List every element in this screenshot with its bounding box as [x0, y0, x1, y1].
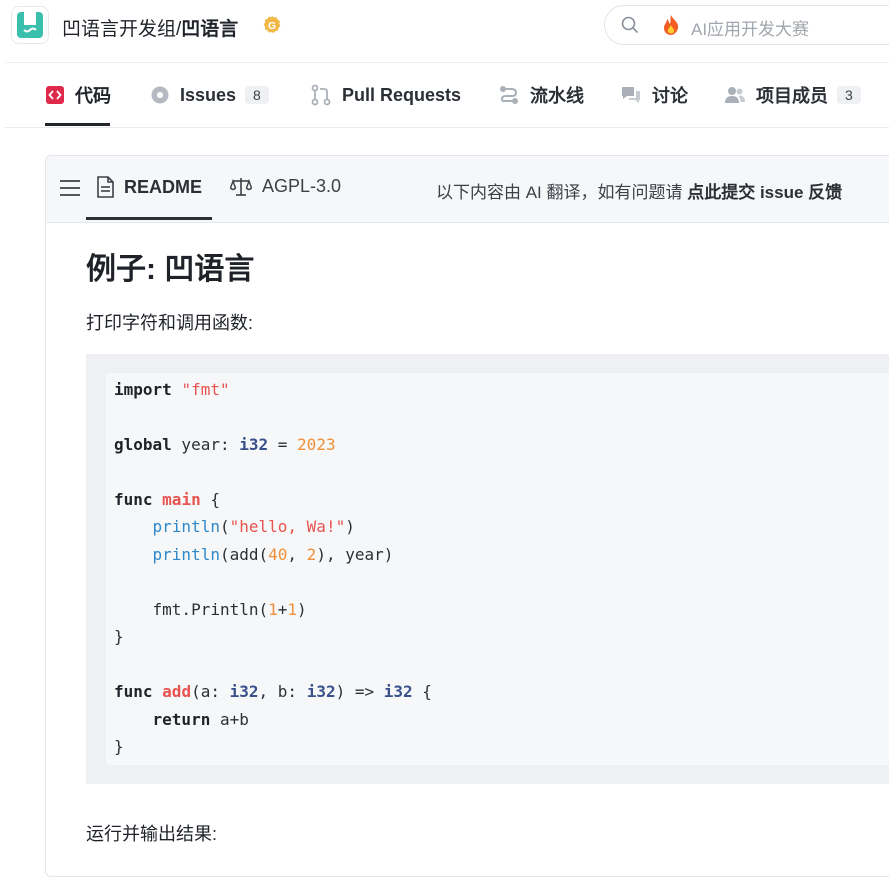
repo-name-link[interactable]: 凹语言 [181, 19, 238, 40]
license-tab-label: AGPL-3.0 [262, 176, 342, 196]
readme-tab[interactable]: README [96, 176, 202, 198]
tab-pipeline-label: 流水线 [530, 86, 584, 106]
license-tab[interactable]: AGPL-3.0 [230, 176, 341, 197]
feedback-link[interactable]: 点此提交 issue 反馈 [687, 183, 842, 202]
readme-header: README AGPL-3.0 以下内容由 AI 翻译，如有问题请 点此提交 i… [46, 156, 889, 223]
tab-pull-requests-label: Pull Requests [342, 84, 462, 105]
repo-path: 凹语言开发组/凹语言 [62, 14, 238, 41]
tab-pipeline[interactable]: 流水线 [498, 63, 584, 127]
readme-tab-label: README [124, 176, 203, 197]
svg-text:G: G [268, 21, 276, 32]
translate-notice-text: 以下内容由 AI 翻译，如有问题请 [436, 183, 688, 202]
code-line: println(add(40, 2), year) [152, 545, 394, 564]
tab-members-label: 项目成员 [756, 86, 828, 106]
tab-discussion-label: 讨论 [652, 86, 688, 106]
tab-pull-requests[interactable]: Pull Requests [310, 63, 461, 127]
intro-text: 打印字符和调用函数: [86, 313, 254, 333]
pipeline-icon [498, 84, 520, 106]
code-line: println("hello, Wa!") [152, 517, 355, 536]
readme-heading: 例子: 凹语言 [86, 253, 255, 286]
code-block [106, 373, 889, 765]
logo-icon [17, 12, 43, 38]
code-line: func main { [114, 490, 220, 509]
fire-icon [664, 15, 679, 35]
members-icon [724, 84, 746, 106]
members-count-badge: 3 [837, 86, 861, 104]
code-line: return a+b [152, 710, 249, 729]
code-line: func add(a: i32, b: i32) => i32 { [114, 682, 432, 701]
tab-members[interactable]: 项目成员 3 [724, 63, 861, 127]
discussion-icon [620, 84, 642, 106]
scale-icon [230, 177, 252, 197]
search-icon [621, 16, 639, 34]
tab-issues-label: Issues [180, 84, 237, 105]
code-line: import "fmt" [114, 380, 230, 399]
code-icon [45, 85, 65, 105]
tab-code[interactable]: 代码 [45, 63, 111, 127]
menu-icon[interactable] [60, 180, 80, 196]
translate-notice: 以下内容由 AI 翻译，如有问题请 点此提交 issue 反馈 [436, 178, 842, 203]
repo-nav: 代码 Issues 8 Pull Requests 流水线 讨论 项目成员 3 [5, 62, 889, 128]
issues-icon [150, 85, 170, 105]
tab-code-label: 代码 [75, 86, 111, 106]
document-icon [96, 176, 114, 198]
tab-issues[interactable]: Issues 8 [150, 63, 269, 127]
issues-count-badge: 8 [245, 86, 269, 104]
top-bar: 凹语言开发组/凹语言 G AI应用开发大赛 [0, 0, 889, 52]
code-line: global year: i32 = 2023 [114, 435, 336, 454]
gitee-badge-icon[interactable]: G [262, 15, 282, 35]
active-tab-indicator [45, 123, 110, 126]
search-placeholder: AI应用开发大赛 [691, 20, 810, 39]
code-line: fmt.Println(1+1) [114, 600, 307, 619]
code-line: } [114, 627, 124, 646]
app-logo[interactable] [12, 7, 48, 43]
outro-text: 运行并输出结果: [86, 824, 218, 844]
org-link[interactable]: 凹语言开发组 [62, 19, 176, 40]
readme-tab-indicator [86, 217, 212, 220]
search-box[interactable]: AI应用开发大赛 [604, 5, 889, 45]
pull-request-icon [310, 84, 332, 106]
tab-discussion[interactable]: 讨论 [620, 63, 688, 127]
code-line: } [114, 737, 124, 756]
